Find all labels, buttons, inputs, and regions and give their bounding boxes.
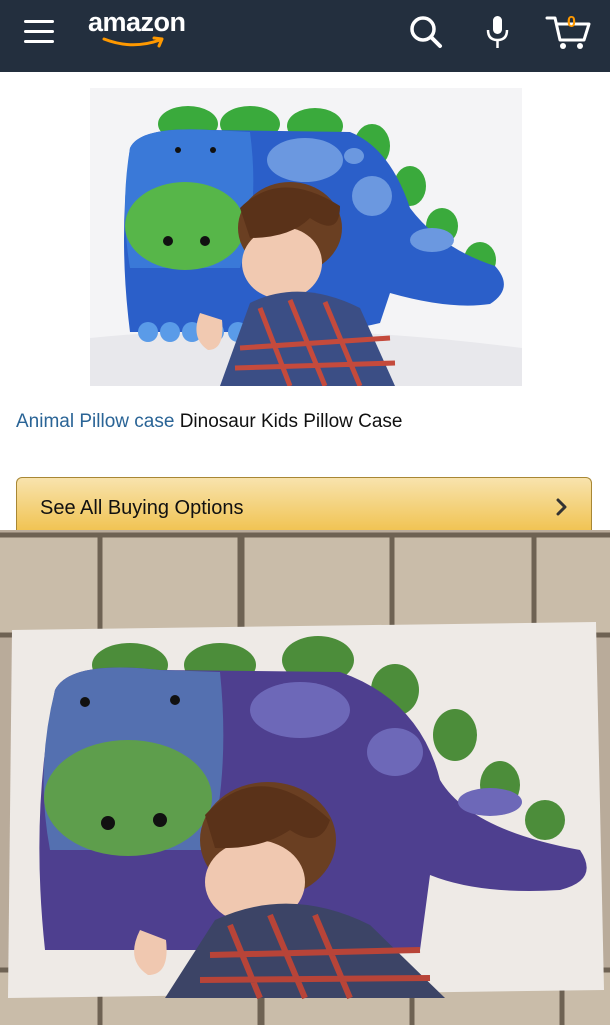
hamburger-menu-icon[interactable]: [24, 20, 54, 44]
tile-floor-pillowcase-photo: [0, 530, 610, 1025]
see-all-buying-options-button[interactable]: See All Buying Options: [16, 477, 592, 535]
chevron-right-icon: [556, 498, 567, 516]
see-all-buying-options-label: See All Buying Options: [40, 497, 244, 519]
smile-arrow-icon: [102, 36, 164, 48]
dinosaur-pillow-illustration: [90, 88, 522, 386]
category-link[interactable]: Animal Pillow case: [16, 411, 174, 432]
cart-count-badge: 0: [567, 14, 576, 31]
amazon-logo[interactable]: amazon: [88, 6, 208, 50]
microphone-icon[interactable]: [478, 12, 518, 52]
product-image[interactable]: [90, 88, 522, 386]
customer-photo: [0, 530, 610, 1025]
brand-wordmark: amazon: [88, 7, 186, 37]
product-name: Dinosaur Kids Pillow Case: [179, 411, 403, 432]
search-icon[interactable]: [406, 12, 446, 52]
product-title: Animal Pillow case Dinosaur Kids Pillow …: [16, 410, 403, 434]
top-nav-bar: amazon 0: [0, 0, 610, 72]
cart-icon[interactable]: 0: [544, 12, 594, 52]
